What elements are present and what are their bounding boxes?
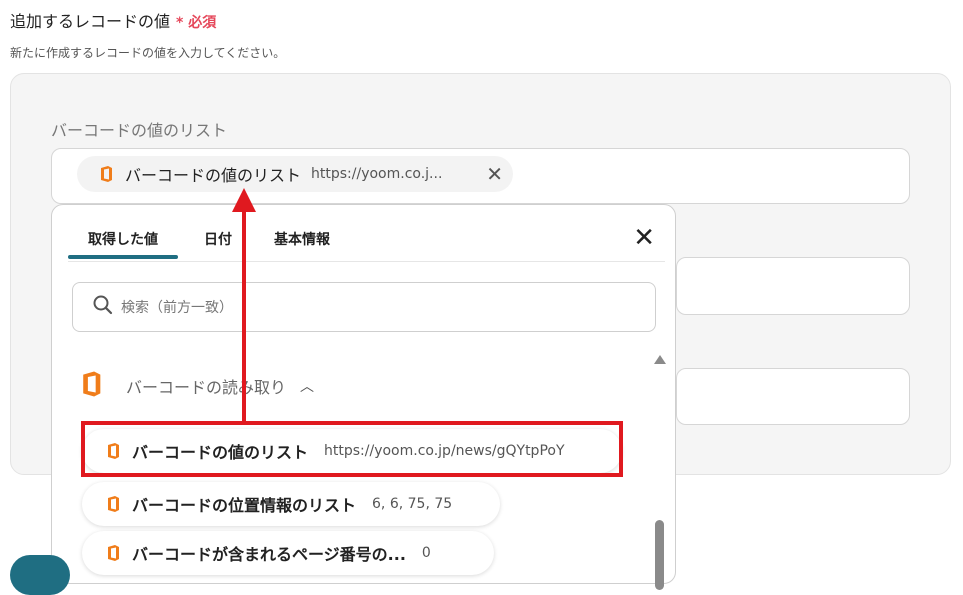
list-item[interactable]: バーコードが含まれるページ番号の... 0 xyxy=(82,531,494,575)
close-icon[interactable]: ✕ xyxy=(633,225,655,251)
selected-value-chip[interactable]: バーコードの値のリスト https://yoom.co.j... ✕ xyxy=(77,156,513,192)
section-title: 追加するレコードの値 * 必須 xyxy=(10,8,216,32)
item-value: 0 xyxy=(421,545,431,561)
item-value: 6, 6, 75, 75 xyxy=(372,496,453,512)
search-input[interactable]: 検索（前方一致） xyxy=(72,282,656,332)
list-item[interactable]: バーコードの位置情報のリスト 6, 6, 75, 75 xyxy=(82,482,500,526)
office-app-icon xyxy=(99,165,113,183)
field-label: バーコードの値のリスト xyxy=(51,121,228,140)
third-field-input[interactable] xyxy=(676,368,910,425)
tab-acquired-values[interactable]: 取得した値 xyxy=(68,229,178,259)
search-placeholder: 検索（前方一致） xyxy=(121,300,233,316)
group-label: バーコードの読み取り xyxy=(126,378,287,397)
chevron-up-icon: ︿ xyxy=(300,379,315,395)
value-picker-dropdown: 取得した値 日付 基本情報 ✕ 検索（前方一致） バーコードの読み取り ︿ バー… xyxy=(51,204,676,590)
tab-date[interactable]: 日付 xyxy=(204,229,232,249)
second-field-input[interactable] xyxy=(676,257,910,315)
office-app-icon xyxy=(106,495,120,513)
group-header-barcode-reading[interactable]: バーコードの読み取り ︿ xyxy=(80,370,314,402)
search-icon xyxy=(93,295,113,319)
section-title-text: 追加するレコードの値 xyxy=(10,12,171,31)
tab-basic-info[interactable]: 基本情報 xyxy=(274,229,330,249)
remove-chip-icon[interactable]: ✕ xyxy=(486,162,503,186)
chip-value: https://yoom.co.j... xyxy=(311,166,443,182)
scrollbar[interactable] xyxy=(653,355,667,590)
office-app-icon xyxy=(106,544,120,562)
required-badge: * 必須 xyxy=(176,15,217,31)
chip-label: バーコードの値のリスト xyxy=(125,166,302,185)
item-label: バーコードの位置情報のリスト xyxy=(132,496,357,515)
action-button-partial[interactable] xyxy=(10,555,70,595)
annotation-highlight-box xyxy=(81,421,623,477)
picker-tabs: 取得した値 日付 基本情報 xyxy=(68,225,665,262)
scroll-up-arrow-icon[interactable] xyxy=(654,355,666,364)
office-app-icon xyxy=(80,370,102,402)
scrollbar-thumb[interactable] xyxy=(655,520,664,590)
section-description: 新たに作成するレコードの値を入力してください。 xyxy=(10,46,286,60)
item-label: バーコードが含まれるページ番号の... xyxy=(132,545,406,564)
